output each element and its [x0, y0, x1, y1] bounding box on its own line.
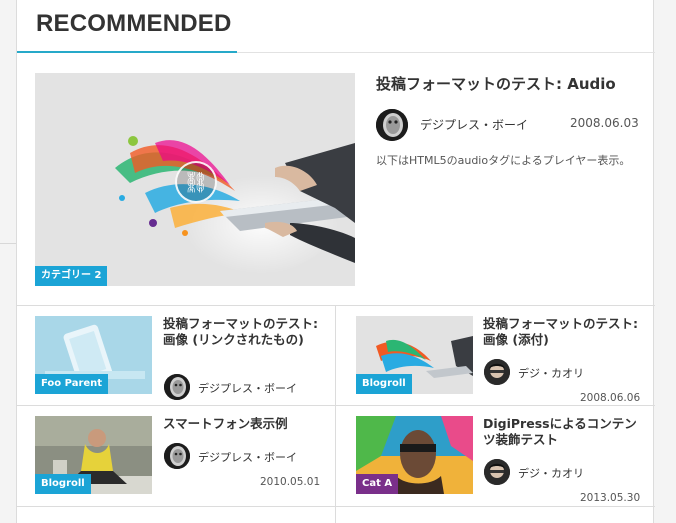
post-title[interactable]: 投稿フォーマットのテスト: 画像 (添付): [483, 316, 643, 348]
post-author[interactable]: デジプレス・ボーイ: [198, 380, 297, 396]
category-badge[interactable]: Cat A: [356, 474, 399, 494]
column-divider: [335, 305, 336, 523]
category-badge[interactable]: Foo Parent: [35, 374, 109, 394]
author-avatar: [484, 359, 510, 385]
post-title[interactable]: スマートフォン表示例: [163, 416, 325, 432]
featured-title[interactable]: 投稿フォーマットのテスト: Audio: [376, 73, 616, 94]
featured-date: 2008.06.03: [570, 116, 639, 130]
post-thumbnail[interactable]: Blogroll: [356, 316, 473, 394]
row-divider: [17, 506, 655, 507]
post-thumbnail[interactable]: Foo Parent: [35, 316, 152, 394]
author-avatar: [376, 109, 408, 141]
post-title[interactable]: 投稿フォーマットのテスト: 画像 (リンクされたもの): [163, 316, 325, 348]
category-badge[interactable]: カテゴリー 2: [35, 266, 108, 286]
row-divider: [17, 305, 655, 306]
title-underline: [17, 51, 237, 53]
author-avatar: [164, 443, 190, 469]
featured-thumbnail[interactable]: ⛓ カテゴリー 2: [35, 73, 355, 286]
featured-author[interactable]: デジプレス・ボーイ: [420, 116, 528, 133]
post-author[interactable]: デジ・カオリ: [518, 365, 584, 381]
author-avatar: [164, 374, 190, 400]
author-avatar: [484, 459, 510, 485]
post-author[interactable]: デジ・カオリ: [518, 465, 584, 481]
post-thumbnail[interactable]: Cat A: [356, 416, 473, 494]
page-divider: [0, 243, 16, 244]
row-divider: [17, 405, 655, 406]
post-date: 2013.05.30: [580, 492, 641, 504]
category-badge[interactable]: Blogroll: [356, 374, 412, 394]
section-title: RECOMMENDED: [36, 10, 232, 37]
post-date: 2010.05.01: [260, 476, 321, 488]
post-title[interactable]: DigiPressによるコンテンツ装飾テスト: [483, 416, 643, 448]
post-date: 2008.06.06: [580, 392, 641, 404]
post-author[interactable]: デジプレス・ボーイ: [198, 449, 297, 465]
category-badge[interactable]: Blogroll: [35, 474, 91, 494]
link-icon[interactable]: ⛓: [175, 161, 217, 203]
recommended-panel: RECOMMENDED ⛓ カテゴリー 2 投稿フォーマットのテスト: Audi…: [16, 0, 655, 523]
post-thumbnail[interactable]: Blogroll: [35, 416, 152, 494]
featured-excerpt: 以下はHTML5のaudioタグによるプレイヤー表示。: [376, 154, 631, 167]
